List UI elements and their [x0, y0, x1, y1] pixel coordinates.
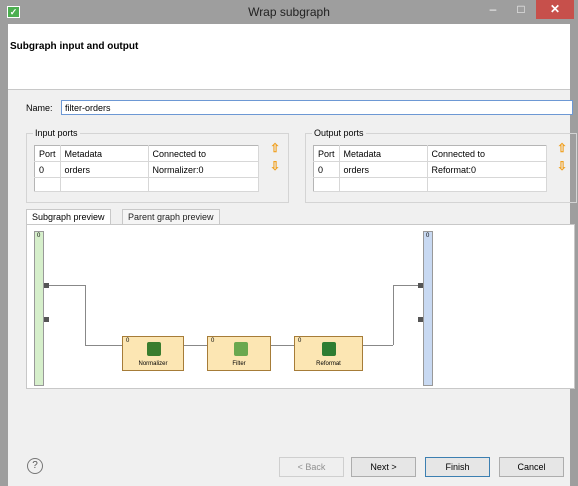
- reformat-icon: [322, 342, 336, 356]
- move-down-icon[interactable]: ⇩: [269, 159, 281, 173]
- subgraph-input-bar: 0: [34, 231, 44, 386]
- connected-to-cell[interactable]: Reformat:0: [427, 161, 548, 178]
- name-label: Name:: [26, 103, 53, 113]
- output-ports-group: Output ports Port Metadata Connected to …: [305, 128, 577, 203]
- tab-subgraph-preview[interactable]: Subgraph preview: [26, 209, 111, 225]
- dialog-header: Subgraph input and output: [8, 24, 570, 90]
- edge-line: [393, 285, 394, 345]
- next-button[interactable]: Next >: [351, 457, 416, 477]
- component-normalizer[interactable]: 0 Normalizer: [122, 336, 184, 371]
- edge-line: [363, 345, 393, 346]
- component-port-label: 0: [126, 338, 130, 344]
- component-port-label: 0: [298, 338, 302, 344]
- tab-parent-graph-preview[interactable]: Parent graph preview: [122, 209, 220, 225]
- input-ports-group: Input ports Port Metadata Connected to 0…: [26, 128, 289, 203]
- edge-line: [184, 345, 207, 346]
- edge-port-marker: [44, 317, 49, 322]
- component-label: Filter: [232, 361, 246, 367]
- filter-icon: [234, 342, 248, 356]
- move-up-icon[interactable]: ⇧: [269, 141, 281, 155]
- window-frame-left: [0, 24, 8, 486]
- edge-line: [85, 285, 86, 345]
- output-ports-legend: Output ports: [312, 128, 366, 138]
- table-header-row: Port Metadata Connected to: [313, 145, 548, 162]
- move-down-icon[interactable]: ⇩: [556, 159, 568, 173]
- name-input[interactable]: [61, 100, 573, 115]
- bar-port-label: 0: [37, 233, 41, 239]
- output-ports-table: Port Metadata Connected to 0 orders Refo…: [313, 145, 548, 192]
- subgraph-output-bar: 0: [423, 231, 433, 386]
- component-label: Normalizer: [138, 361, 168, 367]
- graph-preview-canvas[interactable]: 0 0 0 Normalizer 0 Filter 0 Reformat: [26, 224, 575, 389]
- column-header-metadata: Metadata: [339, 145, 428, 162]
- edge-port-marker: [418, 283, 423, 288]
- metadata-cell[interactable]: orders: [339, 161, 428, 178]
- dialog-content: Name: Input ports Port Metadata Connecte…: [8, 90, 577, 486]
- input-ports-table: Port Metadata Connected to 0 orders Norm…: [34, 145, 260, 192]
- component-port-label: 0: [211, 338, 215, 344]
- port-cell[interactable]: 0: [313, 161, 340, 178]
- normalizer-icon: [147, 342, 161, 356]
- edge-line: [44, 285, 85, 286]
- metadata-cell[interactable]: orders: [60, 161, 149, 178]
- edge-line: [85, 345, 122, 346]
- empty-row: [34, 177, 260, 192]
- edge-line: [271, 345, 294, 346]
- column-header-port: Port: [313, 145, 340, 162]
- finish-button[interactable]: Finish: [425, 457, 490, 477]
- close-button[interactable]: ✕: [536, 0, 574, 19]
- header-title: Subgraph input and output: [10, 41, 139, 52]
- title-bar[interactable]: ✓ Wrap subgraph – □ ✕: [0, 0, 578, 24]
- table-row[interactable]: 0 orders Normalizer:0: [34, 161, 260, 178]
- input-ports-legend: Input ports: [33, 128, 80, 138]
- table-header-row: Port Metadata Connected to: [34, 145, 260, 162]
- minimize-button[interactable]: –: [480, 0, 506, 19]
- column-header-metadata: Metadata: [60, 145, 149, 162]
- bar-port-label: 0: [426, 233, 430, 239]
- help-icon[interactable]: ?: [27, 458, 43, 474]
- component-label: Reformat: [316, 361, 341, 367]
- move-up-icon[interactable]: ⇧: [556, 141, 568, 155]
- column-header-port: Port: [34, 145, 61, 162]
- edge-port-marker: [418, 317, 423, 322]
- back-button[interactable]: < Back: [279, 457, 344, 477]
- port-cell[interactable]: 0: [34, 161, 61, 178]
- maximize-button[interactable]: □: [508, 0, 534, 19]
- empty-row: [313, 177, 548, 192]
- column-header-connected-to: Connected to: [148, 145, 260, 162]
- column-header-connected-to: Connected to: [427, 145, 548, 162]
- edge-port-marker: [44, 283, 49, 288]
- table-row[interactable]: 0 orders Reformat:0: [313, 161, 548, 178]
- component-filter[interactable]: 0 Filter: [207, 336, 271, 371]
- cancel-button[interactable]: Cancel: [499, 457, 564, 477]
- component-reformat[interactable]: 0 Reformat: [294, 336, 363, 371]
- connected-to-cell[interactable]: Normalizer:0: [148, 161, 260, 178]
